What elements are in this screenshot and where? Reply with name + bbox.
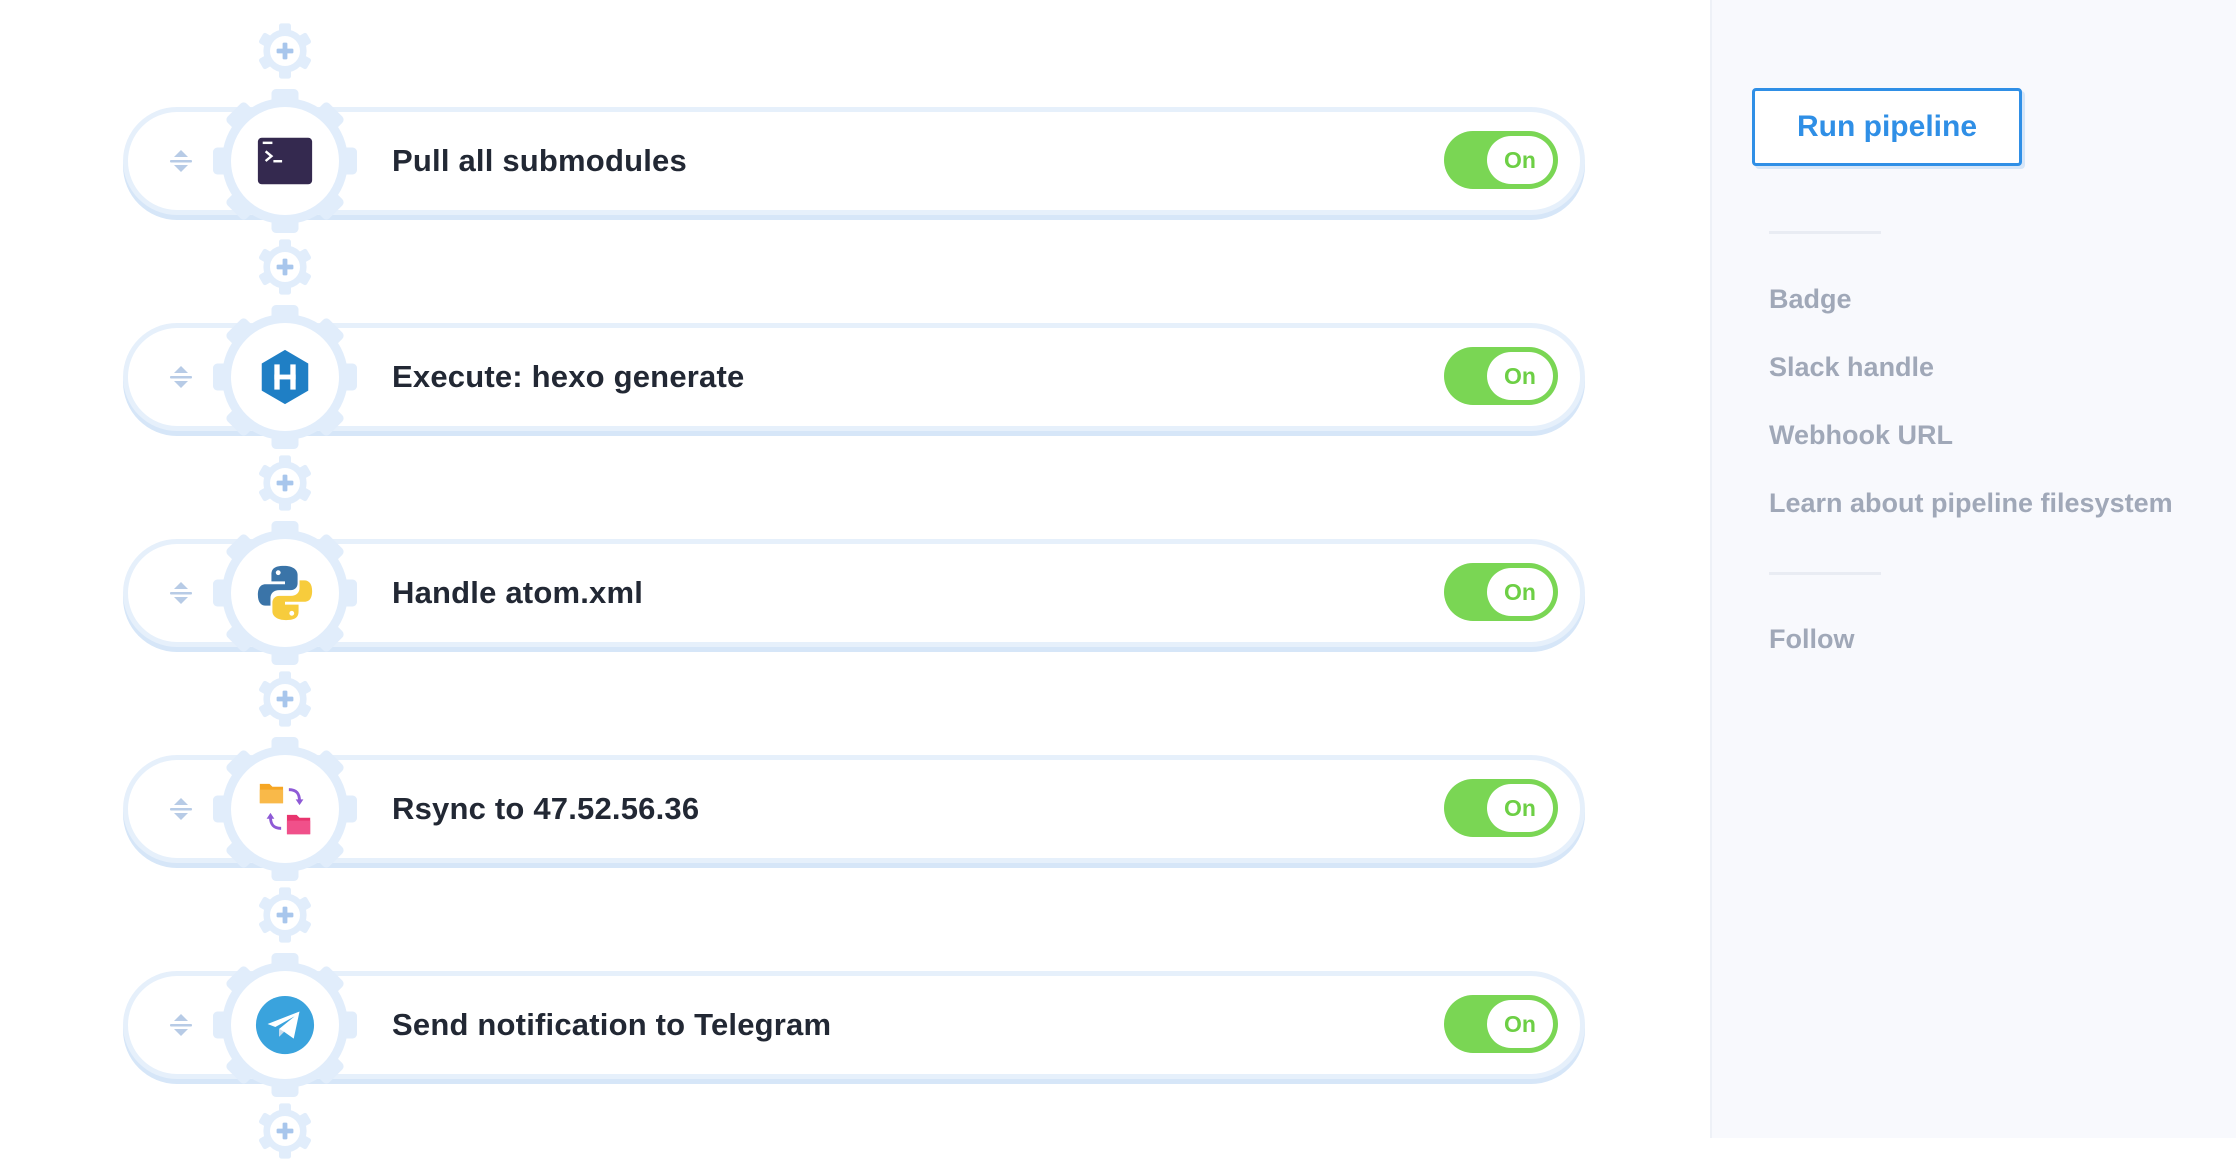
toggle-label: On bbox=[1487, 1000, 1553, 1048]
drag-handle-icon[interactable] bbox=[158, 570, 204, 616]
drag-handle-icon[interactable] bbox=[158, 786, 204, 832]
drag-handle-icon[interactable] bbox=[158, 1002, 204, 1048]
step-toggle[interactable]: On bbox=[1444, 563, 1558, 621]
step-toggle[interactable]: On bbox=[1444, 995, 1558, 1053]
divider bbox=[1769, 572, 1881, 575]
terminal-icon bbox=[257, 137, 313, 185]
step-title: Send notification to Telegram bbox=[392, 1007, 832, 1042]
add-step-button[interactable] bbox=[255, 21, 315, 81]
step-title: Handle atom.xml bbox=[392, 575, 644, 610]
step-icon-gear bbox=[210, 86, 360, 236]
webhook-url-link[interactable]: Webhook URL bbox=[1769, 420, 1953, 451]
toggle-label: On bbox=[1487, 568, 1553, 616]
step-toggle[interactable]: On bbox=[1444, 131, 1558, 189]
run-pipeline-button[interactable]: Run pipeline bbox=[1752, 88, 2022, 166]
step-icon-gear bbox=[210, 302, 360, 452]
badge-link[interactable]: Badge bbox=[1769, 284, 1852, 315]
drag-handle-icon[interactable] bbox=[158, 138, 204, 184]
pipeline-step[interactable]: Pull all submodules On bbox=[128, 112, 1580, 210]
pipeline-step[interactable]: Execute: hexo generate On bbox=[128, 328, 1580, 426]
plus-gear-icon bbox=[255, 884, 315, 946]
step-title: Rsync to 47.52.56.36 bbox=[392, 791, 700, 826]
step-icon-gear bbox=[210, 518, 360, 668]
add-step-button[interactable] bbox=[255, 453, 315, 513]
plus-gear-icon bbox=[255, 236, 315, 298]
drag-handle-icon[interactable] bbox=[158, 354, 204, 400]
slack-handle-link[interactable]: Slack handle bbox=[1769, 352, 1934, 383]
toggle-label: On bbox=[1487, 784, 1553, 832]
add-step-button[interactable] bbox=[255, 237, 315, 297]
follow-link[interactable]: Follow bbox=[1769, 624, 1854, 655]
add-step-button[interactable] bbox=[255, 669, 315, 729]
pipeline-main: Pull all submodules On Execute: hexo gen… bbox=[0, 0, 1710, 1138]
step-toggle[interactable]: On bbox=[1444, 779, 1558, 837]
pipeline-step[interactable]: Handle atom.xml On bbox=[128, 544, 1580, 642]
step-toggle[interactable]: On bbox=[1444, 347, 1558, 405]
step-title: Execute: hexo generate bbox=[392, 359, 745, 394]
step-title: Pull all submodules bbox=[392, 143, 687, 178]
toggle-label: On bbox=[1487, 136, 1553, 184]
step-icon-gear bbox=[210, 734, 360, 884]
pipeline-step[interactable]: Send notification to Telegram On bbox=[128, 976, 1580, 1074]
add-step-button[interactable] bbox=[255, 1101, 315, 1161]
python-icon bbox=[257, 565, 313, 621]
plus-gear-icon bbox=[255, 452, 315, 514]
rsync-folders-icon bbox=[259, 783, 311, 835]
plus-gear-icon bbox=[255, 20, 315, 82]
add-step-button[interactable] bbox=[255, 885, 315, 945]
divider bbox=[1769, 231, 1881, 234]
pipeline-step[interactable]: Rsync to 47.52.56.36 On bbox=[128, 760, 1580, 858]
step-icon-gear bbox=[210, 950, 360, 1100]
telegram-icon bbox=[255, 995, 315, 1055]
hexo-icon bbox=[261, 349, 309, 405]
plus-gear-icon bbox=[255, 668, 315, 730]
learn-filesystem-link[interactable]: Learn about pipeline filesystem bbox=[1769, 488, 2173, 519]
toggle-label: On bbox=[1487, 352, 1553, 400]
plus-gear-icon bbox=[255, 1100, 315, 1162]
sidebar: Run pipeline Badge Slack handle Webhook … bbox=[1710, 0, 2236, 1138]
